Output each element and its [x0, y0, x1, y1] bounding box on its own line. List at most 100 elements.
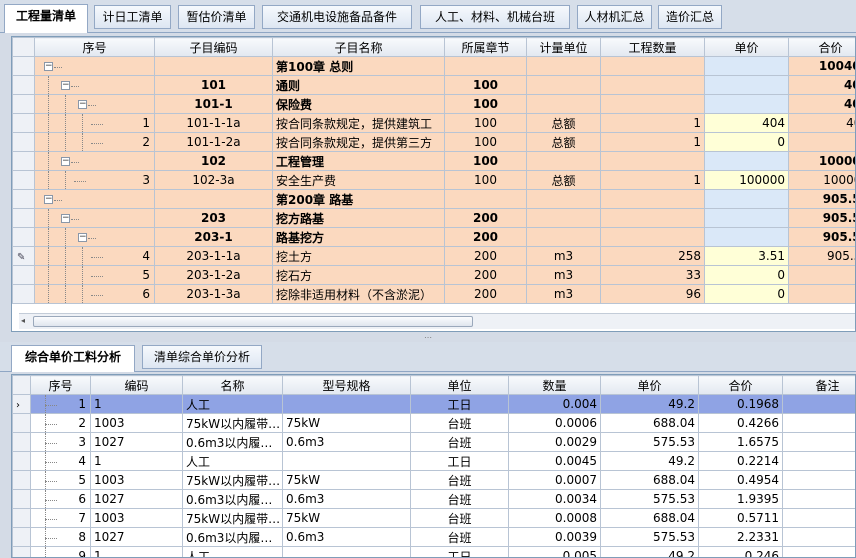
collapse-toggle-icon[interactable]: − [78, 233, 87, 242]
quantity-cell[interactable]: 33 [600, 265, 705, 285]
tab-labor-material-machine[interactable]: 人工、材料、机械台班 [420, 5, 570, 29]
tab-bill-unit-price-analysis[interactable]: 清单综合单价分析 [142, 345, 262, 369]
unit-cell[interactable]: 台班 [410, 470, 509, 490]
spec-cell[interactable]: 75kW [282, 508, 411, 528]
spec-cell[interactable]: 75kW [282, 470, 411, 490]
bill-row[interactable]: − 第100章 总则 100404 [12, 56, 855, 76]
unit-price-cell[interactable]: 49.2 [600, 394, 699, 414]
col-header-seq[interactable]: 序号 [30, 375, 91, 395]
unit-cell[interactable]: 工日 [410, 546, 509, 557]
row-header[interactable]: ✎ [12, 246, 35, 266]
bill-row[interactable]: 3102-3a安全生产费100总额1100000100000 [12, 170, 855, 190]
quantity-cell[interactable]: 0.0039 [508, 527, 601, 547]
quantity-cell[interactable]: 258 [600, 246, 705, 266]
tab-cost-summary[interactable]: 造价汇总 [658, 5, 722, 29]
name-cell[interactable]: 75kW以内履带… [182, 508, 283, 528]
tree-cell[interactable]: 1 [34, 113, 155, 133]
quantity-cell[interactable]: 1 [600, 113, 705, 133]
unit-price-cell[interactable]: 575.53 [600, 527, 699, 547]
col-header-unit[interactable]: 单位 [410, 375, 509, 395]
col-header-quantity[interactable]: 数量 [508, 375, 601, 395]
tab-bill-of-quantities[interactable]: 工程量清单 [4, 4, 88, 33]
analysis-row[interactable]: 2 1003 75kW以内履带… 75kW 台班 0.0006 688.04 0.4266 [12, 413, 855, 433]
row-header[interactable] [12, 527, 31, 547]
total-cell[interactable]: 0.2214 [698, 451, 783, 471]
remark-cell[interactable] [782, 546, 855, 557]
unit-price-cell[interactable]: 575.53 [600, 489, 699, 509]
row-header[interactable]: › [12, 394, 31, 414]
total-cell[interactable]: 0.4954 [698, 470, 783, 490]
code-cell[interactable]: 1027 [90, 489, 183, 509]
unit-price-cell[interactable]: 49.2 [600, 546, 699, 557]
row-header[interactable] [12, 284, 35, 304]
unit-price-cell[interactable]: 688.04 [600, 470, 699, 490]
code-cell[interactable]: 1 [90, 546, 183, 557]
total-cell[interactable]: 2.2331 [698, 527, 783, 547]
bill-row[interactable]: − 101-1保险费100 404 [12, 94, 855, 114]
tree-cell[interactable]: − [34, 75, 155, 95]
name-cell[interactable]: 人工 [182, 394, 283, 414]
panel-splitter[interactable]: ⋯ [0, 334, 856, 342]
collapse-toggle-icon[interactable]: − [44, 62, 53, 71]
name-cell[interactable]: 人工 [182, 451, 283, 471]
tab-unit-price-analysis[interactable]: 综合单价工料分析 [11, 345, 135, 372]
quantity-cell[interactable] [600, 189, 705, 209]
spec-cell[interactable] [282, 394, 411, 414]
collapse-toggle-icon[interactable]: − [61, 81, 70, 90]
row-header[interactable] [12, 151, 35, 171]
code-cell[interactable]: 1027 [90, 527, 183, 547]
spec-cell[interactable]: 0.6m3 [282, 432, 411, 452]
collapse-toggle-icon[interactable]: − [44, 195, 53, 204]
remark-cell[interactable] [782, 413, 855, 433]
tree-cell[interactable]: 3 [34, 170, 155, 190]
collapse-toggle-icon[interactable]: − [61, 157, 70, 166]
name-cell[interactable]: 人工 [182, 546, 283, 557]
analysis-row[interactable]: 5 1003 75kW以内履带… 75kW 台班 0.0007 688.04 0.4954 [12, 470, 855, 490]
tree-cell[interactable]: 6 [34, 284, 155, 304]
quantity-cell[interactable]: 1 [600, 132, 705, 152]
unit-price-cell[interactable] [704, 56, 789, 76]
tree-cell[interactable]: − [34, 94, 155, 114]
quantity-cell[interactable]: 0.0034 [508, 489, 601, 509]
analysis-row[interactable]: › 1 1 人工 工日 0.004 49.2 0.1968 [12, 394, 855, 414]
col-header-code[interactable]: 编码 [90, 375, 183, 395]
tab-provisional-sum[interactable]: 暂估价清单 [178, 5, 255, 29]
col-header-unit-price[interactable]: 单价 [704, 37, 789, 57]
unit-cell[interactable]: 台班 [410, 508, 509, 528]
unit-price-cell[interactable]: 49.2 [600, 451, 699, 471]
col-header-code[interactable]: 子目编码 [154, 37, 273, 57]
quantity-cell[interactable] [600, 208, 705, 228]
spec-cell[interactable] [282, 451, 411, 471]
col-header-total[interactable]: 合价 [788, 37, 855, 57]
col-header-seq[interactable]: 序号 [34, 37, 155, 57]
quantity-cell[interactable] [600, 75, 705, 95]
horizontal-scrollbar[interactable]: ◂ [19, 313, 855, 329]
code-cell[interactable]: 1 [90, 394, 183, 414]
code-cell[interactable]: 1003 [90, 508, 183, 528]
quantity-cell[interactable] [600, 56, 705, 76]
scroll-left-arrow-icon[interactable]: ◂ [21, 316, 31, 327]
bill-row[interactable]: 1101-1-1a按合同条款规定，提供建筑工100总额1404404 [12, 113, 855, 133]
total-cell[interactable]: 0.5711 [698, 508, 783, 528]
col-header-name[interactable]: 名称 [182, 375, 283, 395]
analysis-row[interactable]: 9 1 人工 工日 0.005 49.2 0.246 [12, 546, 855, 557]
code-cell[interactable]: 1003 [90, 413, 183, 433]
quantity-cell[interactable]: 0.004 [508, 394, 601, 414]
row-header[interactable] [12, 413, 31, 433]
row-header[interactable] [12, 508, 31, 528]
code-cell[interactable]: 1027 [90, 432, 183, 452]
bill-row[interactable]: − 101通则100 404 [12, 75, 855, 95]
col-header-chapter[interactable]: 所属章节 [444, 37, 527, 57]
collapse-toggle-icon[interactable]: − [78, 100, 87, 109]
unit-cell[interactable]: 台班 [410, 489, 509, 509]
bill-row[interactable]: 2101-1-2a按合同条款规定，提供第三方100总额100 [12, 132, 855, 152]
col-header-total[interactable]: 合价 [698, 375, 783, 395]
total-cell[interactable]: 0.1968 [698, 394, 783, 414]
quantity-cell[interactable] [600, 94, 705, 114]
unit-price-cell[interactable] [704, 94, 789, 114]
tab-resource-summary[interactable]: 人材机汇总 [577, 5, 652, 29]
unit-cell[interactable]: 工日 [410, 394, 509, 414]
tab-spare-parts[interactable]: 交通机电设施备品备件 [262, 5, 412, 29]
row-header[interactable] [12, 56, 35, 76]
row-header[interactable] [12, 208, 35, 228]
